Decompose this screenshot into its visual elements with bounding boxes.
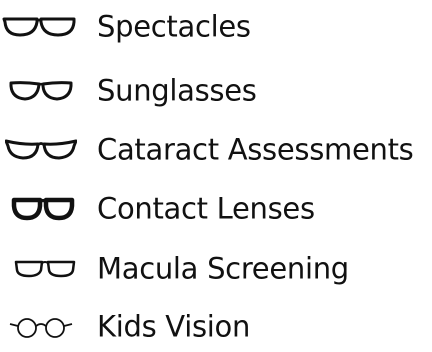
service-label: Macula Screening [97,251,349,286]
service-label: Cataract Assessments [97,132,414,167]
rectangular-spectacles-icon [2,16,76,38]
service-label: Spectacles [97,9,251,44]
service-item-sunglasses[interactable]: Sunglasses [0,66,432,116]
service-label: Sunglasses [97,73,257,108]
bold-frame-glasses-icon [11,197,75,221]
cat-eye-glasses-icon [5,139,77,161]
slim-rectangular-glasses-icon [14,259,76,279]
service-label: Kids Vision [97,309,251,344]
service-label: Contact Lenses [97,191,315,226]
service-item-contact-lenses[interactable]: Contact Lenses [0,184,432,234]
wayfarer-sunglasses-icon [9,80,73,102]
round-glasses-icon [7,315,75,339]
service-item-spectacles[interactable]: Spectacles [0,2,432,52]
services-list: Spectacles Sunglasses Cataract Assessmen… [0,0,432,345]
service-item-cataract-assessments[interactable]: Cataract Assessments [0,125,432,175]
service-item-macula-screening[interactable]: Macula Screening [0,244,432,294]
